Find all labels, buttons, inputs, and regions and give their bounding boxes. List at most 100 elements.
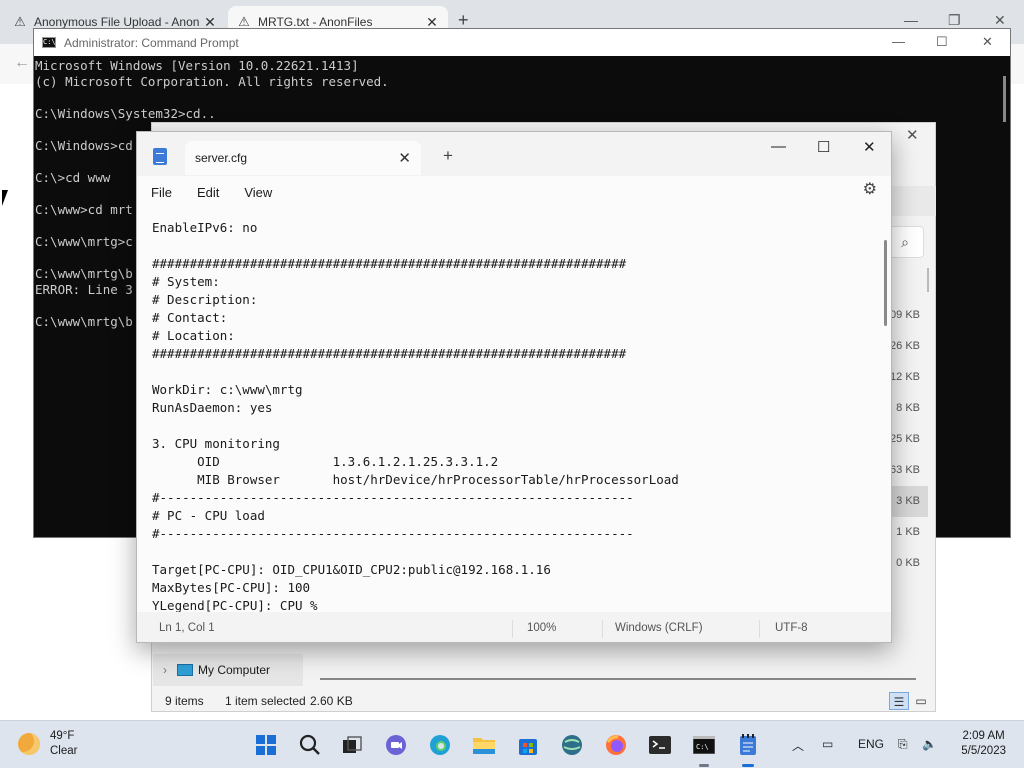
tiles-view-icon[interactable]: ▭ [911, 692, 931, 710]
text-line: ########################################… [152, 256, 627, 271]
store-icon[interactable] [514, 731, 542, 759]
status-divider [512, 620, 513, 638]
date: 5/5/2023 [961, 745, 1006, 757]
item-count: 9 items [165, 694, 204, 708]
command-prompt-icon[interactable]: C:\ [690, 731, 718, 767]
tab-title: server.cfg [195, 151, 248, 165]
time: 2:09 AM [962, 730, 1005, 742]
status-divider [602, 620, 603, 638]
nav-item-my-computer[interactable]: › My Computer [153, 654, 303, 686]
text-line [152, 417, 679, 435]
cmd-line: Microsoft Windows [Version 10.0.22621.14… [35, 58, 359, 73]
details-view-icon[interactable]: ☰ [889, 692, 909, 710]
text-line: MaxBytes[PC-CPU]: 100 [152, 580, 311, 595]
network-device-icon[interactable]: ▭ [822, 737, 833, 751]
firefox-icon[interactable] [602, 731, 630, 759]
file-size-cell[interactable]: 26 KB [888, 331, 928, 362]
cmd-close-icon[interactable]: ✕ [982, 34, 993, 50]
explorer-scrollbar[interactable] [927, 268, 929, 292]
weather-temp: 49°F [50, 730, 75, 742]
file-size-cell[interactable]: 09 KB [888, 300, 928, 331]
anonfiles-icon: ⚠ [14, 14, 26, 29]
notepad-window[interactable]: server.cfg ✕ + — ☐ ✕ File Edit View ⚙ En… [136, 131, 892, 643]
search-icon[interactable] [296, 731, 324, 759]
chevron-right-icon[interactable]: › [163, 663, 167, 677]
edge-icon[interactable] [426, 731, 454, 759]
cmd-maximize-icon[interactable]: ☐ [936, 34, 948, 50]
file-explorer-icon[interactable] [470, 731, 498, 759]
close-tab-icon[interactable]: ✕ [398, 149, 411, 167]
terminal-icon[interactable] [646, 731, 674, 759]
explorer-status-bar: 9 items 1 item selected 2.60 KB [151, 690, 936, 712]
text-line: # Location: [152, 328, 235, 343]
chevron-up-icon[interactable]: ︿ [792, 737, 804, 754]
text-line: OID 1.3.6.1.2.1.25.3.3.1.2 [152, 454, 499, 469]
cmd-icon: C:\ [42, 37, 56, 48]
globe-app-icon[interactable] [558, 731, 586, 759]
file-size-cell[interactable]: 0 KB [888, 548, 928, 579]
minimize-icon[interactable]: — [904, 12, 918, 28]
explorer-horizontal-scrollbar[interactable] [320, 678, 916, 680]
file-size-cell[interactable]: 8 KB [888, 393, 928, 424]
cmd-scrollbar[interactable] [1003, 76, 1006, 122]
file-size-cell[interactable]: 25 KB [888, 424, 928, 455]
gear-icon[interactable]: ⚙ [863, 179, 877, 199]
menu-file[interactable]: File [151, 185, 172, 200]
new-tab-button[interactable]: + [443, 146, 453, 166]
mouse-pointer-icon [2, 190, 8, 206]
menu-view[interactable]: View [244, 185, 272, 200]
notepad-status-bar: Ln 1, Col 1 100% Windows (CRLF) UTF-8 [137, 616, 891, 642]
encoding: UTF-8 [775, 622, 808, 634]
cmd-minimize-icon[interactable]: — [892, 34, 905, 49]
teams-chat-icon[interactable] [382, 731, 410, 759]
svg-text:C:\: C:\ [696, 743, 709, 751]
back-arrow-icon[interactable]: ← [14, 54, 30, 72]
menu-bar: File Edit View [137, 176, 891, 208]
cmd-title-bar[interactable]: C:\ Administrator: Command Prompt [34, 29, 1010, 56]
text-line: RunAsDaemon: yes [152, 400, 273, 415]
file-size-column: 09 KB 26 KB 12 KB 8 KB 25 KB 63 KB 3 KB 1 KB 0 K… [888, 300, 928, 579]
selection-size: 2.60 KB [310, 694, 353, 708]
volume-icon[interactable]: 🔈 [922, 737, 937, 751]
start-icon[interactable] [252, 731, 280, 759]
weather-condition: Clear [50, 745, 78, 757]
text-line [152, 363, 679, 381]
maximize-icon[interactable]: ☐ [817, 138, 830, 156]
computer-icon [177, 664, 193, 676]
file-size-cell[interactable]: 1 KB [888, 517, 928, 548]
close-icon[interactable]: ✕ [994, 12, 1006, 29]
text-line: # Contact: [152, 310, 228, 325]
tab-server-cfg[interactable]: server.cfg ✕ [185, 141, 421, 175]
status-divider [759, 620, 760, 638]
file-size-cell[interactable]: 12 KB [888, 362, 928, 393]
line-ending: Windows (CRLF) [615, 622, 703, 634]
file-size-cell[interactable]: 3 KB [888, 486, 928, 517]
restore-icon[interactable]: ❐ [948, 12, 961, 29]
cmd-line: (c) Microsoft Corporation. All rights re… [35, 74, 389, 89]
browser-tab-label: MRTG.txt - AnonFiles [258, 15, 373, 29]
menu-edit[interactable]: Edit [197, 185, 219, 200]
clock[interactable]: 2:09 AM 5/5/2023 [961, 729, 1006, 759]
notepad-taskbar-icon[interactable] [734, 731, 762, 767]
zoom-level: 100% [527, 622, 557, 634]
editor-scrollbar[interactable] [884, 240, 887, 326]
weather-widget[interactable]: 49°F Clear [18, 729, 77, 759]
text-line: 3. CPU monitoring [152, 436, 280, 451]
selection-count: 1 item selected [225, 694, 306, 708]
text-line: # Description: [152, 292, 258, 307]
close-icon[interactable]: ✕ [863, 138, 876, 156]
network-icon[interactable]: ⎘ [898, 737, 908, 752]
minimize-icon[interactable]: — [771, 138, 786, 155]
explorer-close-icon[interactable]: ✕ [906, 126, 919, 144]
cmd-line: C:\Windows\System32>cd.. [35, 106, 216, 121]
task-view-icon[interactable] [338, 731, 366, 759]
file-size-cell[interactable]: 63 KB [888, 455, 928, 486]
nav-item-label: My Computer [198, 663, 271, 677]
language-indicator[interactable]: ENG [858, 737, 884, 751]
text-line: YLegend[PC-CPU]: CPU % [152, 598, 318, 612]
cmd-line [35, 90, 1009, 106]
file-content[interactable]: EnableIPv6: no #########################… [152, 219, 679, 612]
text-line: #---------------------------------------… [152, 526, 634, 541]
text-editor[interactable]: EnableIPv6: no #########################… [137, 208, 891, 612]
moon-icon [18, 733, 40, 755]
